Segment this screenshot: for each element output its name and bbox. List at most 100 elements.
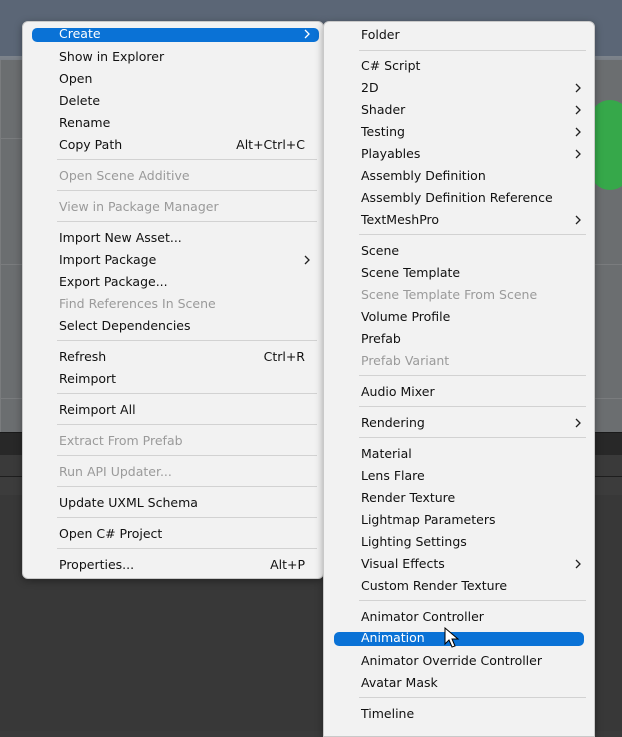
menu-item-custom-render-texture[interactable]: Custom Render Texture: [324, 575, 594, 597]
menu-item-animator-override-controller[interactable]: Animator Override Controller: [324, 650, 594, 672]
menu-item-lens-flare[interactable]: Lens Flare: [324, 465, 594, 487]
menu-item-label: Assembly Definition Reference: [361, 190, 553, 205]
menu-item-create[interactable]: Create: [23, 24, 323, 46]
menu-item-label: Rename: [59, 115, 111, 130]
menu-item-label: Visual Effects: [361, 556, 445, 571]
menu-item-label: Import New Asset...: [59, 230, 182, 245]
menu-item-label: Export Package...: [59, 274, 168, 289]
menu-item-timeline[interactable]: Timeline: [324, 703, 594, 725]
menu-separator: [57, 548, 317, 549]
menu-item-playables[interactable]: Playables: [324, 143, 594, 165]
menu-item-material[interactable]: Material: [324, 443, 594, 465]
menu-item-textmeshpro[interactable]: TextMeshPro: [324, 209, 594, 231]
menu-item-label: Material: [361, 446, 412, 461]
menu-item-prefab-variant: Prefab Variant: [324, 350, 594, 372]
menu-item-label: Lightmap Parameters: [361, 512, 496, 527]
menu-item-label: Create: [59, 26, 101, 41]
menu-item-assembly-definition-reference[interactable]: Assembly Definition Reference: [324, 187, 594, 209]
chevron-right-icon: [304, 255, 310, 265]
menu-item-label: Render Texture: [361, 490, 456, 505]
menu-item-label: Lens Flare: [361, 468, 425, 483]
menu-item-lightmap-parameters[interactable]: Lightmap Parameters: [324, 509, 594, 531]
menu-item-label: Open: [59, 71, 93, 86]
menu-item-scene-template[interactable]: Scene Template: [324, 262, 594, 284]
menu-item-delete[interactable]: Delete: [23, 90, 323, 112]
menu-item-render-texture[interactable]: Render Texture: [324, 487, 594, 509]
menu-item-label: Open Scene Additive: [59, 168, 190, 183]
chevron-right-icon: [304, 29, 310, 39]
menu-separator: [359, 50, 586, 51]
menu-item-scene[interactable]: Scene: [324, 240, 594, 262]
menu-item-label: Timeline: [361, 706, 415, 721]
chevron-right-icon: [575, 418, 581, 428]
menu-item-label: Delete: [59, 93, 101, 108]
menu-item-lighting-settings[interactable]: Lighting Settings: [324, 531, 594, 553]
menu-separator: [359, 406, 586, 407]
mouse-pointer-icon: [444, 627, 460, 648]
scene-grid-line: [0, 60, 1, 432]
menu-item-label: Properties...: [59, 557, 135, 572]
chevron-right-icon: [575, 83, 581, 93]
menu-item-label: 2D: [361, 80, 379, 95]
menu-item-label: View in Package Manager: [59, 199, 219, 214]
menu-item-label: Audio Mixer: [361, 384, 435, 399]
menu-item-label: Avatar Mask: [361, 675, 438, 690]
menu-item-label: C# Script: [361, 58, 421, 73]
menu-separator: [57, 486, 317, 487]
menu-separator: [359, 375, 586, 376]
menu-item-avatar-mask[interactable]: Avatar Mask: [324, 672, 594, 694]
menu-item-2d[interactable]: 2D: [324, 77, 594, 99]
menu-item-label: Assembly Definition: [361, 168, 486, 183]
menu-item-visual-effects[interactable]: Visual Effects: [324, 553, 594, 575]
menu-item-properties[interactable]: Properties... Alt+P: [23, 554, 323, 576]
menu-item-shortcut: Alt+Ctrl+C: [236, 137, 305, 152]
menu-item-show-in-explorer[interactable]: Show in Explorer: [23, 46, 323, 68]
menu-item-label: Scene Template From Scene: [361, 287, 538, 302]
menu-item-folder[interactable]: Folder: [324, 24, 594, 46]
menu-item-copy-path[interactable]: Copy Path Alt+Ctrl+C: [23, 134, 323, 156]
menu-item-c-script[interactable]: C# Script: [324, 55, 594, 77]
menu-item-rename[interactable]: Rename: [23, 112, 323, 134]
menu-item-find-references-in-scene: Find References In Scene: [23, 293, 323, 315]
menu-item-testing[interactable]: Testing: [324, 121, 594, 143]
menu-item-audio-mixer[interactable]: Audio Mixer: [324, 381, 594, 403]
menu-item-import-package[interactable]: Import Package: [23, 249, 323, 271]
menu-item-label: Scene Template: [361, 265, 461, 280]
menu-item-open[interactable]: Open: [23, 68, 323, 90]
menu-item-export-package[interactable]: Export Package...: [23, 271, 323, 293]
menu-separator: [57, 221, 317, 222]
menu-item-import-new-asset[interactable]: Import New Asset...: [23, 227, 323, 249]
menu-separator: [359, 234, 586, 235]
menu-item-shader[interactable]: Shader: [324, 99, 594, 121]
chevron-right-icon: [575, 559, 581, 569]
context-menu: Create Show in Explorer Open Delete Rename Co…: [22, 21, 324, 579]
menu-item-animator-controller[interactable]: Animator Controller: [324, 606, 594, 628]
menu-item-label: TextMeshPro: [361, 212, 440, 227]
menu-separator: [57, 424, 317, 425]
menu-item-label: Refresh: [59, 349, 107, 364]
menu-item-label: Run API Updater...: [59, 464, 172, 479]
menu-item-label: Animator Override Controller: [361, 653, 542, 668]
menu-item-reimport[interactable]: Reimport: [23, 368, 323, 390]
menu-item-label: Select Dependencies: [59, 318, 191, 333]
menu-item-label: Playables: [361, 146, 421, 161]
menu-item-assembly-definition[interactable]: Assembly Definition: [324, 165, 594, 187]
menu-item-label: Extract From Prefab: [59, 433, 183, 448]
menu-item-update-uxml-schema[interactable]: Update UXML Schema: [23, 492, 323, 514]
menu-separator: [57, 517, 317, 518]
menu-item-select-dependencies[interactable]: Select Dependencies: [23, 315, 323, 337]
menu-item-prefab[interactable]: Prefab: [324, 328, 594, 350]
menu-item-open-scene-additive: Open Scene Additive: [23, 165, 323, 187]
menu-item-label: Rendering: [361, 415, 425, 430]
menu-item-rendering[interactable]: Rendering: [324, 412, 594, 434]
menu-separator: [57, 159, 317, 160]
menu-separator: [57, 455, 317, 456]
menu-item-reimport-all[interactable]: Reimport All: [23, 399, 323, 421]
menu-item-label: Shader: [361, 102, 406, 117]
menu-item-refresh[interactable]: Refresh Ctrl+R: [23, 346, 323, 368]
menu-separator: [359, 697, 586, 698]
menu-item-volume-profile[interactable]: Volume Profile: [324, 306, 594, 328]
menu-separator: [359, 437, 586, 438]
menu-item-label: Prefab Variant: [361, 353, 450, 368]
menu-item-open-c-project[interactable]: Open C# Project: [23, 523, 323, 545]
